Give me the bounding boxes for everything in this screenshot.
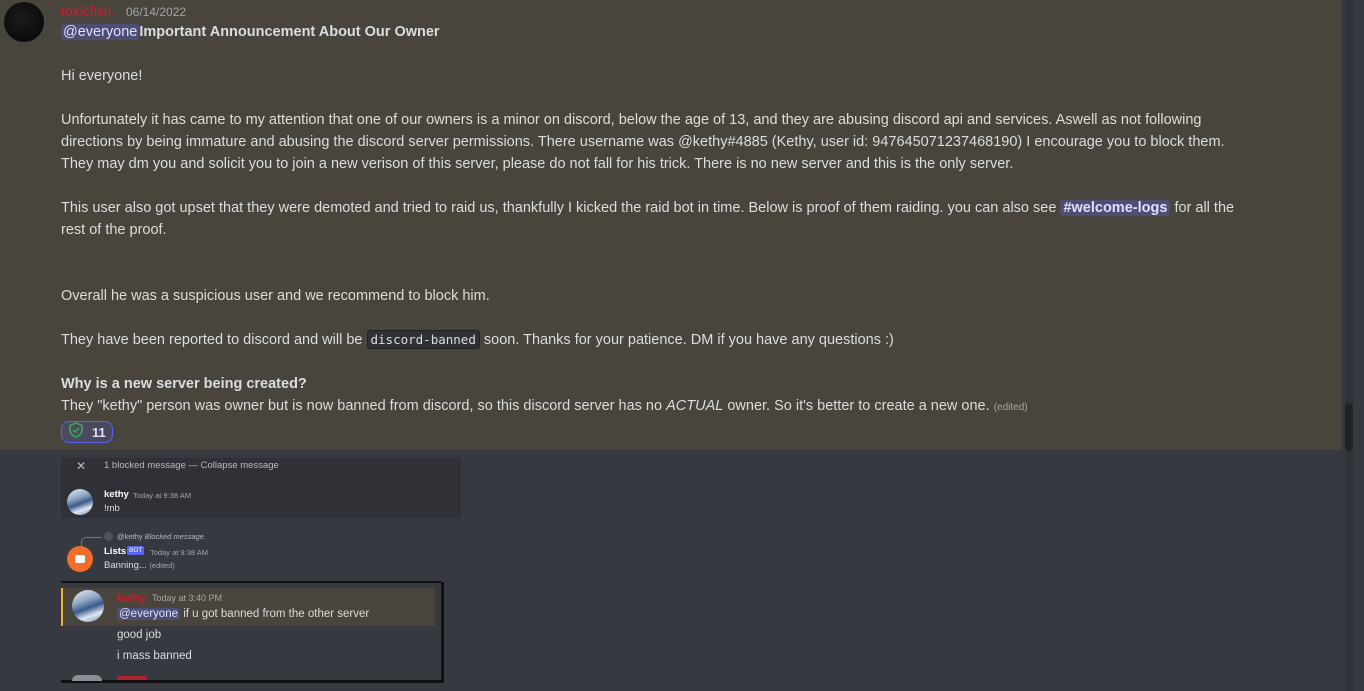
kethy-everyone-mention: @everyone: [117, 608, 180, 620]
paragraph-1-line-1: Unfortunately it has came to my attentio…: [61, 112, 1202, 128]
paragraph-2-text: This user also got upset that they were …: [61, 200, 1057, 216]
kethy-message-3: i mass banned: [117, 650, 192, 662]
paragraph-5-text: They "kethy" person was owner but is now…: [61, 398, 663, 414]
reply-user: @kethy: [117, 532, 143, 541]
blocked-message-text: 1 blocked message — Collapse message: [104, 460, 279, 471]
kethy-avatar-small: [67, 489, 93, 515]
kethy-avatar: [72, 590, 104, 622]
bot-tag: BOT: [127, 546, 145, 555]
inline-code: discord-banned: [366, 330, 480, 349]
edited-label: (edited): [993, 402, 1028, 413]
message-timestamp: 06/14/2022: [126, 5, 187, 19]
kethy-name: kethy: [117, 591, 146, 605]
hashtag-icon: #: [1063, 200, 1072, 216]
paragraph-3: Overall he was a suspicious user and we …: [61, 288, 490, 304]
bot-name: Lists: [104, 546, 127, 557]
author-avatar[interactable]: [4, 2, 44, 42]
paragraph-1-line-2: directions by being immature and abusing…: [61, 134, 1225, 150]
reply-connector: [81, 537, 102, 546]
greeting-text: Hi everyone!: [61, 68, 143, 84]
emphasis-text: ACTUAL: [666, 398, 724, 414]
reply-blocked-text: Blocked message.: [144, 532, 206, 541]
lists-bot-avatar: [67, 546, 93, 572]
paragraph-2-line-2: rest of the proof.: [61, 222, 167, 238]
announcement-header: @everyone Important Announcement About Ou…: [61, 21, 440, 43]
channel-link-welcome-logs[interactable]: #welcome-logs: [1060, 200, 1171, 216]
bot-message-text: Banning...: [104, 560, 147, 571]
reply-preview: @kethy Blocked message.: [117, 532, 206, 541]
everyone-mention[interactable]: @everyone: [61, 24, 140, 40]
announcement-title: Important Announcement About Our Owner: [139, 24, 440, 40]
author-name[interactable]: toxicfish: [61, 3, 112, 19]
kethy-message-1-text: if u got banned from the other server: [183, 608, 370, 620]
scrollbar-thumb[interactable]: [1345, 403, 1353, 451]
next-author-partial: [117, 676, 147, 680]
paragraph-4-tail: soon. Thanks for your patience. DM if yo…: [483, 332, 894, 348]
close-icon: ✕: [76, 459, 87, 473]
kethy-time-small: Today at 9:38 AM: [133, 491, 191, 500]
section-heading: Why is a new server being created?: [61, 376, 307, 392]
kethy-message-2: good job: [117, 629, 162, 641]
bot-time: Today at 9:38 AM: [150, 548, 208, 557]
paragraph-1-line-3: They may dm you and solicit you to join …: [61, 156, 1014, 172]
reaction-button[interactable]: 11: [61, 421, 113, 443]
kethy-message-1: @everyone if u got banned from the other…: [117, 608, 369, 620]
channel-name: welcome-logs: [1071, 200, 1168, 216]
bot-message: Banning... (edited): [104, 560, 175, 571]
paragraph-4-text: They have been reported to discord and w…: [61, 332, 363, 348]
shield-check-icon: [68, 421, 84, 443]
next-avatar-partial: [72, 675, 102, 681]
paragraph-2-line-1: This user also got upset that they were …: [61, 197, 1234, 219]
kethy-message-small: !mb: [104, 503, 120, 514]
paragraph-4: They have been reported to discord and w…: [61, 329, 894, 351]
reply-avatar: [104, 532, 113, 541]
paragraph-2-tail: for all the: [1174, 200, 1235, 216]
kethy-name-small: kethy: [104, 489, 129, 500]
screenshot-top-border: [61, 581, 441, 583]
kethy-time: Today at 3:40 PM: [152, 593, 223, 603]
reaction-count: 11: [92, 424, 106, 440]
paragraph-5-tail: owner. So it's better to create a new on…: [727, 398, 990, 414]
paragraph-5: They "kethy" person was owner but is now…: [61, 395, 1028, 419]
bot-edited-label: (edited): [149, 561, 175, 570]
scrollbar-track[interactable]: [1345, 0, 1353, 691]
